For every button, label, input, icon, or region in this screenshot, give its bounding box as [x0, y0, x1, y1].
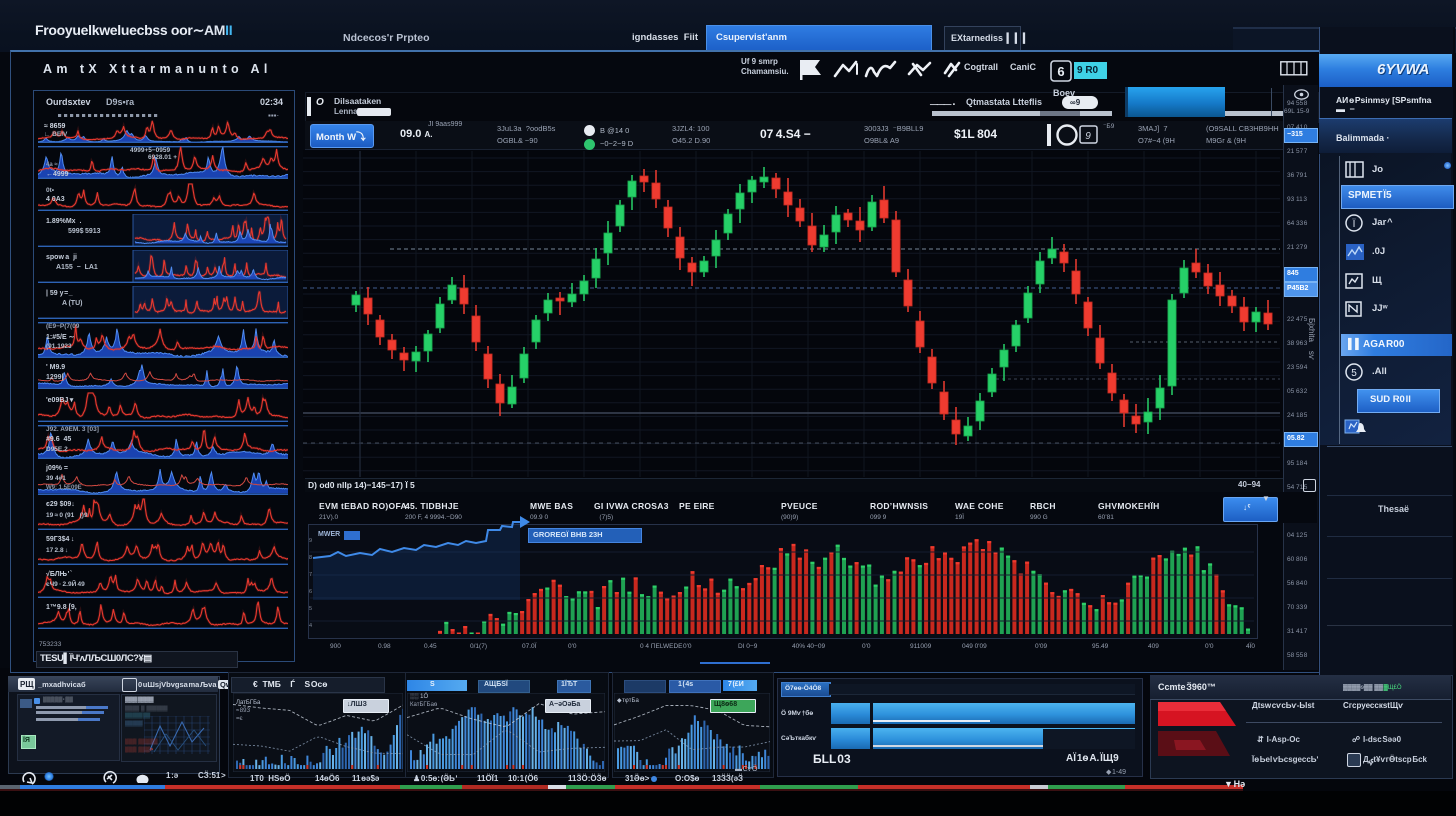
svg-text:5: 5 [1351, 368, 1357, 379]
svg-text:Ї: Ї [1353, 218, 1356, 230]
